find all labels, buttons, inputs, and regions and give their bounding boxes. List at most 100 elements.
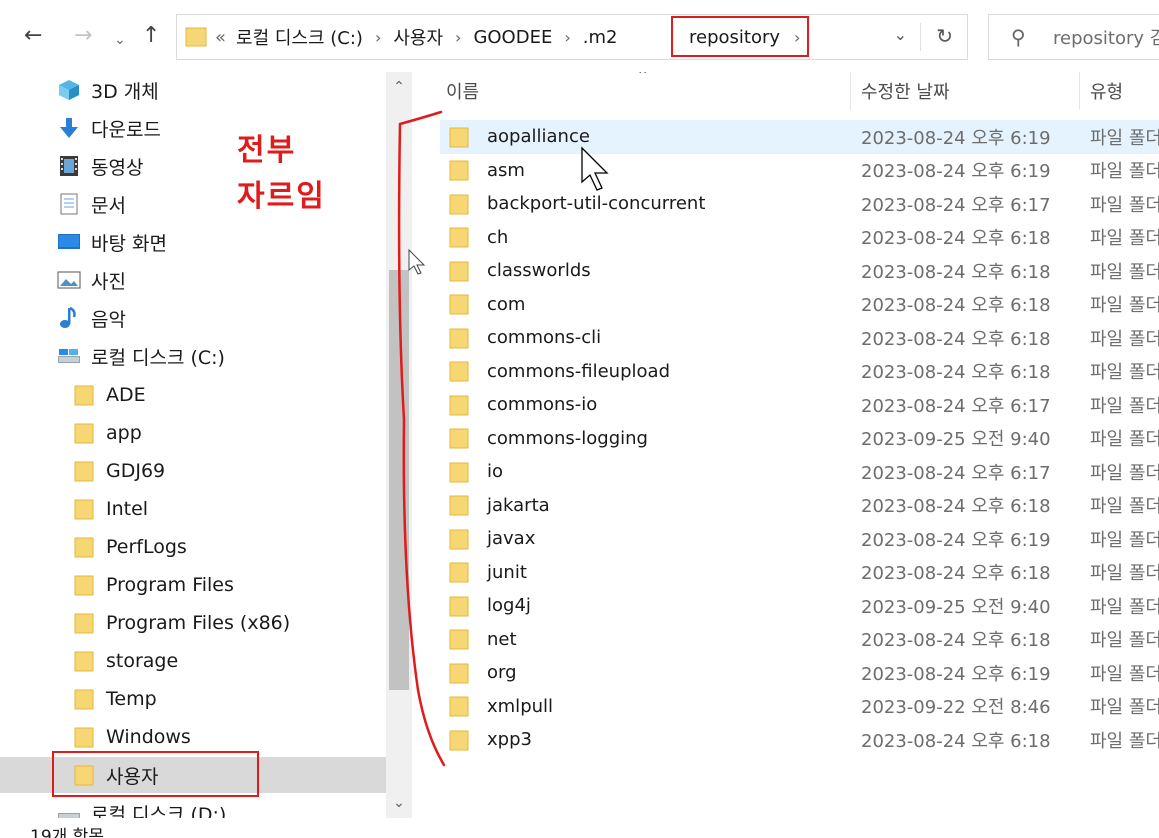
file-name: commons-fileupload <box>487 360 670 382</box>
breadcrumb: « 로컬 디스크 (C:) › 사용자 › GOODEE › .m2 <box>215 15 617 59</box>
nav-item-local-disk-c[interactable]: 로컬 디스크 (C:) <box>0 338 386 374</box>
file-name: io <box>487 461 504 483</box>
breadcrumb-item[interactable]: 로컬 디스크 (C:) <box>236 24 363 50</box>
nav-folder-app[interactable]: app <box>0 415 386 451</box>
file-row[interactable]: com 2023-08-24 오후 6:18 파일 폴더 <box>440 288 1159 322</box>
file-date: 2023-08-24 오후 6:18 <box>861 496 1051 518</box>
up-arrow-icon[interactable]: ↑ <box>142 22 160 50</box>
file-row[interactable]: commons-io 2023-08-24 오후 6:17 파일 폴더 <box>440 388 1159 422</box>
nav-item-label: 로컬 디스크 (D:) <box>91 803 227 819</box>
sort-ascending-icon: ⌃ <box>636 72 650 85</box>
recent-locations-chevron-icon[interactable]: ⌄ <box>114 26 126 54</box>
folder-icon <box>448 393 472 417</box>
file-name: commons-io <box>487 394 598 416</box>
file-row[interactable]: io 2023-08-24 오후 6:17 파일 폴더 <box>440 455 1159 489</box>
nav-scrollbar[interactable]: ⌃ ⌄ <box>386 72 412 818</box>
file-row[interactable]: net 2023-08-24 오후 6:18 파일 폴더 <box>440 623 1159 657</box>
nav-item-desktop[interactable]: 바탕 화면 <box>0 224 386 260</box>
nav-folder-program-files[interactable]: Program Files <box>0 567 386 603</box>
column-header-name[interactable]: 이름 <box>446 72 479 110</box>
nav-folder-intel[interactable]: Intel <box>0 491 386 527</box>
breadcrumb-item[interactable]: 사용자 <box>393 24 443 50</box>
nav-item-pictures[interactable]: 사진 <box>0 262 386 298</box>
forward-arrow-icon[interactable]: → <box>74 22 92 50</box>
file-row[interactable]: commons-logging 2023-09-25 오전 9:40 파일 폴더 <box>440 422 1159 456</box>
folder-icon <box>448 426 472 450</box>
file-row[interactable]: commons-fileupload 2023-08-24 오후 6:18 파일 폴… <box>440 355 1159 389</box>
file-type: 파일 폴더 <box>1090 596 1159 618</box>
file-date: 2023-09-22 오전 8:46 <box>861 697 1051 719</box>
nav-item-videos[interactable]: 동영상 <box>0 148 386 184</box>
column-header-type[interactable]: 유형 <box>1090 72 1123 110</box>
folder-icon <box>448 359 472 383</box>
scroll-down-icon[interactable]: ⌄ <box>386 788 412 818</box>
file-name: org <box>487 662 517 684</box>
nav-folder-label: GDJ69 <box>106 460 166 482</box>
chevron-right-icon[interactable]: › <box>564 28 570 47</box>
file-row[interactable]: aopalliance 2023-08-24 오후 6:19 파일 폴더 <box>440 120 1159 154</box>
column-header-date[interactable]: 수정한 날짜 <box>861 72 950 110</box>
column-divider[interactable] <box>850 72 851 110</box>
file-row[interactable]: jakarta 2023-08-24 오후 6:18 파일 폴더 <box>440 489 1159 523</box>
folder-icon <box>72 421 96 445</box>
address-bar[interactable]: « 로컬 디스크 (C:) › 사용자 › GOODEE › .m2 repos… <box>176 14 968 60</box>
file-type: 파일 폴더 <box>1090 362 1159 384</box>
nav-item-music[interactable]: 음악 <box>0 300 386 336</box>
breadcrumb-item[interactable]: .m2 <box>583 27 618 48</box>
nav-item-3d-objects[interactable]: 3D 개체 <box>0 72 386 108</box>
nav-folder-storage[interactable]: storage <box>0 643 386 679</box>
folder-icon <box>448 225 472 249</box>
3d-objects-icon <box>57 78 81 102</box>
file-date: 2023-08-24 오후 6:18 <box>861 328 1051 350</box>
file-date: 2023-08-24 오후 6:18 <box>861 730 1051 752</box>
chevron-right-icon[interactable]: › <box>455 28 461 47</box>
file-row[interactable]: backport-util-concurrent 2023-08-24 오후 6:… <box>440 187 1159 221</box>
nav-item-label: 사진 <box>91 270 126 293</box>
file-row[interactable]: xpp3 2023-08-24 오후 6:18 파일 폴더 <box>440 723 1159 757</box>
file-type: 파일 폴더 <box>1090 429 1159 451</box>
breadcrumb-overflow[interactable]: « <box>215 27 226 48</box>
refresh-icon[interactable]: ↻ <box>936 24 953 48</box>
folder-icon <box>72 383 96 407</box>
file-row[interactable]: commons-cli 2023-08-24 오후 6:18 파일 폴더 <box>440 321 1159 355</box>
file-row[interactable]: ch 2023-08-24 오후 6:18 파일 폴더 <box>440 221 1159 255</box>
red-highlight-box <box>671 16 809 57</box>
file-row[interactable]: org 2023-08-24 오후 6:19 파일 폴더 <box>440 656 1159 690</box>
chevron-right-icon[interactable]: › <box>375 28 381 47</box>
search-box[interactable]: ⚲ repository 검 <box>988 14 1159 60</box>
nav-folder-windows[interactable]: Windows <box>0 719 386 755</box>
nav-folder-label: storage <box>106 650 179 672</box>
nav-item-downloads[interactable]: 다운로드 <box>0 110 386 146</box>
breadcrumb-item[interactable]: GOODEE <box>473 27 552 48</box>
nav-folder-perflogs[interactable]: PerfLogs <box>0 529 386 565</box>
file-date: 2023-08-24 오후 6:19 <box>861 127 1051 149</box>
file-date: 2023-08-24 오후 6:18 <box>861 563 1051 585</box>
folder-icon <box>448 259 472 283</box>
file-row[interactable]: log4j 2023-09-25 오전 9:40 파일 폴더 <box>440 589 1159 623</box>
nav-folder-label: Program Files (x86) <box>106 612 291 634</box>
nav-item-local-disk-d[interactable]: 로컬 디스크 (D:) <box>0 795 386 818</box>
nav-folder-gdj69[interactable]: GDJ69 <box>0 453 386 489</box>
scrollbar-thumb[interactable] <box>389 270 409 690</box>
file-type: 파일 폴더 <box>1090 563 1159 585</box>
column-divider[interactable] <box>1079 72 1080 110</box>
file-row[interactable]: classworlds 2023-08-24 오후 6:18 파일 폴더 <box>440 254 1159 288</box>
file-row[interactable]: xmlpull 2023-09-22 오전 8:46 파일 폴더 <box>440 690 1159 724</box>
file-name: com <box>487 293 526 315</box>
file-row[interactable]: junit 2023-08-24 오후 6:18 파일 폴더 <box>440 556 1159 590</box>
file-type: 파일 폴더 <box>1090 127 1159 149</box>
nav-folder-temp[interactable]: Temp <box>0 681 386 717</box>
chevron-down-icon[interactable]: ⌄ <box>894 25 907 44</box>
nav-item-documents[interactable]: 문서 <box>0 186 386 222</box>
back-arrow-icon[interactable]: ← <box>24 22 42 50</box>
file-date: 2023-08-24 오후 6:19 <box>861 529 1051 551</box>
file-row[interactable]: javax 2023-08-24 오후 6:19 파일 폴더 <box>440 522 1159 556</box>
scroll-up-icon[interactable]: ⌃ <box>386 72 412 102</box>
nav-folder-label: Intel <box>106 498 149 520</box>
file-type: 파일 폴더 <box>1090 395 1159 417</box>
nav-folder-program-files-x86[interactable]: Program Files (x86) <box>0 605 386 641</box>
nav-folder-ade[interactable]: ADE <box>0 377 386 413</box>
drive-icon <box>57 801 81 818</box>
search-placeholder[interactable]: repository 검 <box>1053 15 1159 59</box>
file-row[interactable]: asm 2023-08-24 오후 6:19 파일 폴더 <box>440 154 1159 188</box>
